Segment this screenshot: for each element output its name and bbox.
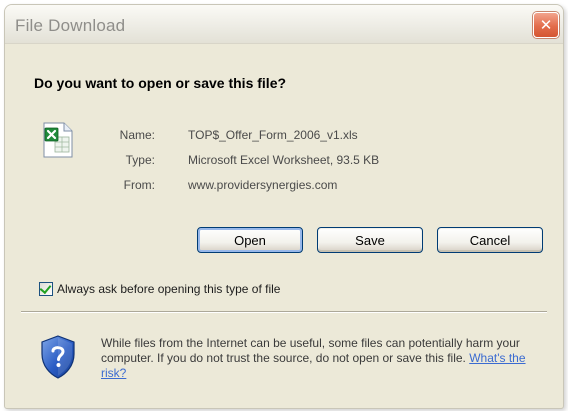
cancel-button[interactable]: Cancel: [437, 227, 543, 253]
always-ask-label: Always ask before opening this type of f…: [57, 282, 281, 296]
security-warning: While files from the Internet can be use…: [101, 336, 541, 381]
file-type-label: Type:: [125, 153, 155, 167]
excel-file-icon: [43, 122, 73, 158]
close-button[interactable]: ✕: [533, 12, 559, 38]
dialog-question: Do you want to open or save this file?: [34, 75, 287, 91]
file-type-value: Microsoft Excel Worksheet, 93.5 KB: [188, 153, 380, 167]
always-ask-checkbox-row[interactable]: Always ask before opening this type of f…: [39, 281, 281, 296]
title-bar[interactable]: File Download ✕: [5, 5, 563, 44]
warning-text: While files from the Internet can be use…: [101, 336, 520, 365]
file-name-label: Name:: [119, 128, 155, 142]
file-name-value: TOP$_Offer_Form_2006_v1.xls: [188, 128, 358, 142]
close-icon: ✕: [539, 17, 553, 34]
open-button[interactable]: Open: [197, 227, 303, 253]
always-ask-checkbox[interactable]: [39, 281, 53, 296]
file-download-dialog: File Download ✕ Do you want to open or s…: [4, 4, 564, 409]
file-from-label: From:: [123, 178, 155, 192]
separator: [21, 311, 547, 313]
save-button[interactable]: Save: [317, 227, 423, 253]
file-from-value: www.providersynergies.com: [188, 178, 338, 192]
window-title: File Download: [15, 16, 126, 35]
shield-question-icon: [41, 335, 75, 379]
checkmark-icon: [39, 281, 52, 295]
